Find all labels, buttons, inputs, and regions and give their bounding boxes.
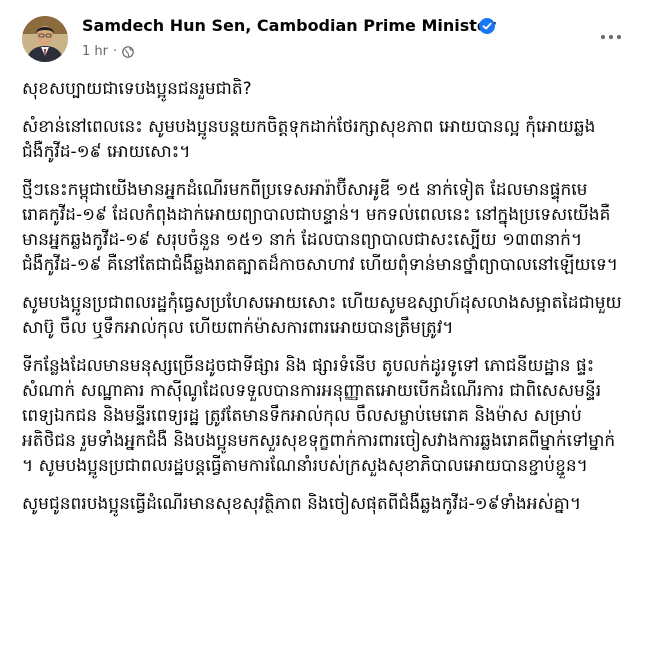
post-paragraph: សុខសប្បាយជាទេបងប្អូនជនរួមជាតិ? [22, 79, 252, 99]
more-dot [609, 35, 613, 39]
post-paragraph: ទីកន្លែងដែលមានមនុស្សច្រើនដូចជាទីផ្សារ និ… [22, 356, 616, 476]
post-paragraph: សូមជូនពរបងប្អូនធ្វើដំណើរមានសុខសុវត្ថិភាព… [22, 494, 582, 514]
more-dot [617, 35, 621, 39]
post-meta: 1 hr · [82, 44, 134, 59]
more-options-button[interactable] [596, 22, 626, 52]
post-paragraph: សំខាន់នៅពេលនេះ សូមបងប្អូនបន្តយកចិត្តទុកដ… [22, 117, 596, 162]
globe-icon[interactable] [122, 46, 134, 58]
meta-separator: · [113, 44, 118, 59]
post-header: Samdech Hun Sen, Cambodian Prime Ministe… [0, 0, 650, 72]
avatar[interactable] [22, 16, 68, 62]
post-timestamp-link[interactable]: 1 hr [82, 44, 108, 59]
more-dot [601, 35, 605, 39]
post-content: សុខសប្បាយជាទេបងប្អូនជនរួមជាតិ? សំខាន់នៅព… [22, 77, 628, 530]
facebook-post: Samdech Hun Sen, Cambodian Prime Ministe… [0, 0, 650, 661]
post-paragraph: ថ្មីៗនេះកម្ពុជាយើងមានអ្នកដំណើរមកពីប្រទេស… [22, 180, 619, 275]
verified-badge-icon [479, 18, 495, 34]
post-paragraph: សូមបងប្អូនប្រជាពលរដ្ឋកុំធ្វេសប្រហែសអោយសោ… [22, 293, 622, 338]
page-name-link[interactable]: Samdech Hun Sen, Cambodian Prime Ministe… [82, 16, 496, 35]
